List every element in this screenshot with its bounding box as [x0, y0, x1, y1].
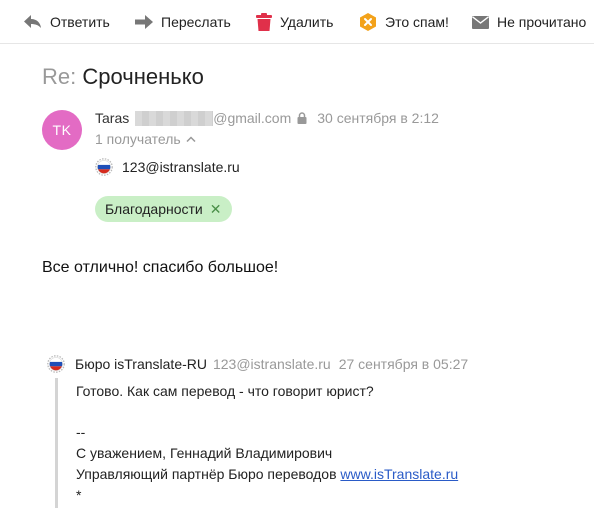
russia-flag-icon — [95, 158, 113, 176]
message-date: 30 сентября в 2:12 — [317, 110, 439, 126]
signature-line: С уважением, Геннадий Владимирович — [76, 445, 333, 461]
sender-line: Taras @gmail.com 30 сентября в 2:12 — [95, 108, 439, 128]
toolbar: Ответить Переслать Удалить Это спам! Не … — [0, 0, 594, 44]
redacted-email-part — [135, 110, 214, 126]
recipients-count: 1 получатель — [95, 131, 181, 147]
recipients-toggle[interactable]: 1 получатель — [95, 131, 196, 147]
subject-text: Срочненько — [82, 64, 204, 89]
sender-email-domain[interactable]: @gmail.com — [213, 110, 291, 126]
quoted-sender-email[interactable]: 123@istranslate.ru — [213, 356, 331, 372]
spam-button[interactable]: Это спам! — [359, 10, 449, 34]
trash-icon — [256, 13, 272, 31]
message-body: Все отлично! спасибо большое! — [42, 259, 279, 276]
quoted-sender-name[interactable]: Бюро isTranslate-RU — [75, 356, 207, 372]
recipient-entry[interactable]: 123@istranslate.ru — [95, 158, 240, 176]
quoted-date: 27 сентября в 05:27 — [338, 356, 469, 372]
message-subject: Re: Срочненько — [42, 64, 204, 90]
sender-avatar[interactable]: TK — [42, 110, 82, 150]
envelope-icon — [472, 15, 489, 29]
spam-icon — [360, 13, 376, 31]
mark-unread-button[interactable]: Не прочитано — [472, 10, 586, 34]
website-link[interactable]: www.isTranslate.ru — [340, 466, 458, 482]
sender-name[interactable]: Taras — [95, 110, 129, 126]
label-tag[interactable]: Благодарности ✕ — [95, 196, 232, 222]
delete-button[interactable]: Удалить — [256, 10, 333, 34]
spam-label: Это спам! — [385, 14, 449, 30]
mark-unread-label: Не прочитано — [497, 14, 587, 30]
chevron-up-icon — [186, 136, 196, 142]
forward-label: Переслать — [161, 14, 231, 30]
quoted-header: Бюро isTranslate-RU 123@istranslate.ru 2… — [47, 355, 468, 373]
reply-icon — [24, 15, 41, 28]
subject-prefix: Re: — [42, 64, 77, 89]
reply-label: Ответить — [50, 14, 110, 30]
signature-trailing: * — [76, 487, 82, 503]
signature-line: Управляющий партнёр Бюро переводов www.i… — [76, 466, 458, 482]
delete-label: Удалить — [280, 14, 334, 30]
signature-title: Управляющий партнёр Бюро переводов — [76, 466, 337, 482]
lock-icon — [297, 112, 307, 124]
recipient-email: 123@istranslate.ru — [122, 159, 240, 175]
label-tag-text: Благодарности — [105, 201, 203, 217]
remove-tag-icon[interactable]: ✕ — [210, 201, 222, 218]
signature-separator: -- — [76, 424, 86, 440]
forward-icon — [135, 15, 153, 29]
reply-button[interactable]: Ответить — [24, 10, 110, 34]
quote-bar — [55, 378, 58, 508]
russia-flag-icon — [47, 355, 65, 373]
forward-button[interactable]: Переслать — [135, 10, 231, 34]
quoted-text-line: Готово. Как сам перевод - что говорит юр… — [76, 383, 374, 399]
